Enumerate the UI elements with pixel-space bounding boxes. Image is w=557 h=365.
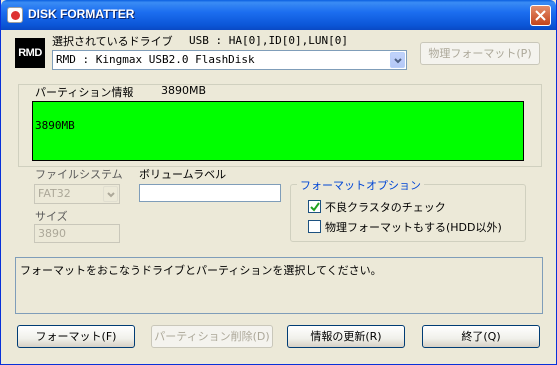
size-value: 3890 (38, 227, 66, 240)
delete-partition-button[interactable]: パーティション削除(D) (151, 325, 273, 348)
status-message-area: フォーマットをおこなうドライブとパーティションを選択してください。 (15, 257, 543, 314)
drive-select-dropdown-button[interactable] (390, 52, 405, 68)
filesystem-select-value: FAT32 (38, 187, 71, 200)
close-icon (535, 10, 546, 21)
format-button[interactable]: フォーマット(F) (17, 325, 135, 348)
drive-address: USB : HA[0],ID[0],LUN[0] (189, 34, 348, 47)
status-message: フォーマットをおこなうドライブとパーティションを選択してください。 (20, 264, 382, 277)
size-label: サイズ (35, 210, 68, 223)
close-button[interactable] (530, 5, 551, 26)
disk-formatter-window: DISK FORMATTER RMD 選択されているドライブ USB : HA[… (0, 0, 557, 365)
filesystem-select[interactable]: FAT32 (34, 184, 120, 204)
chevron-down-icon (107, 192, 115, 198)
filesystem-label: ファイルシステム (35, 168, 123, 181)
size-input[interactable]: 3890 (34, 224, 120, 243)
bad-cluster-check-checkbox[interactable] (308, 200, 321, 213)
bad-cluster-check-label[interactable]: 不良クラスタのチェック (325, 199, 446, 215)
exit-button[interactable]: 終了(Q) (422, 325, 540, 348)
partition-bar[interactable]: 3890MB (32, 101, 524, 161)
drive-select[interactable]: RMD : Kingmax USB2.0 FlashDisk (52, 50, 407, 70)
drive-select-value: RMD : Kingmax USB2.0 FlashDisk (56, 53, 255, 66)
physical-format-button[interactable]: 物理フォーマット(P) (420, 42, 540, 65)
window-title: DISK FORMATTER (28, 7, 135, 21)
refresh-button[interactable]: 情報の更新(R) (287, 325, 405, 348)
disk-formatter-app-icon[interactable] (7, 7, 23, 23)
filesystem-dropdown-button[interactable] (103, 186, 118, 202)
selected-drive-label: 選択されているドライブ (52, 35, 173, 48)
title-bar[interactable]: DISK FORMATTER (1, 0, 556, 30)
checkmark-icon (310, 202, 320, 212)
rmd-logo: RMD (15, 38, 45, 68)
format-options-title: フォーマットオプション (297, 177, 424, 193)
physical-format-checkbox[interactable] (308, 220, 321, 233)
partition-bar-label: 3890MB (35, 119, 75, 132)
volume-label-input[interactable] (139, 184, 281, 202)
partition-info-label: パーティション情報 (35, 86, 134, 99)
volume-label-label: ボリュームラベル (139, 168, 227, 181)
chevron-down-icon (394, 58, 402, 64)
physical-format-option-label[interactable]: 物理フォーマットもする(HDD以外) (325, 219, 502, 235)
partition-total-size: 3890MB (161, 84, 207, 97)
